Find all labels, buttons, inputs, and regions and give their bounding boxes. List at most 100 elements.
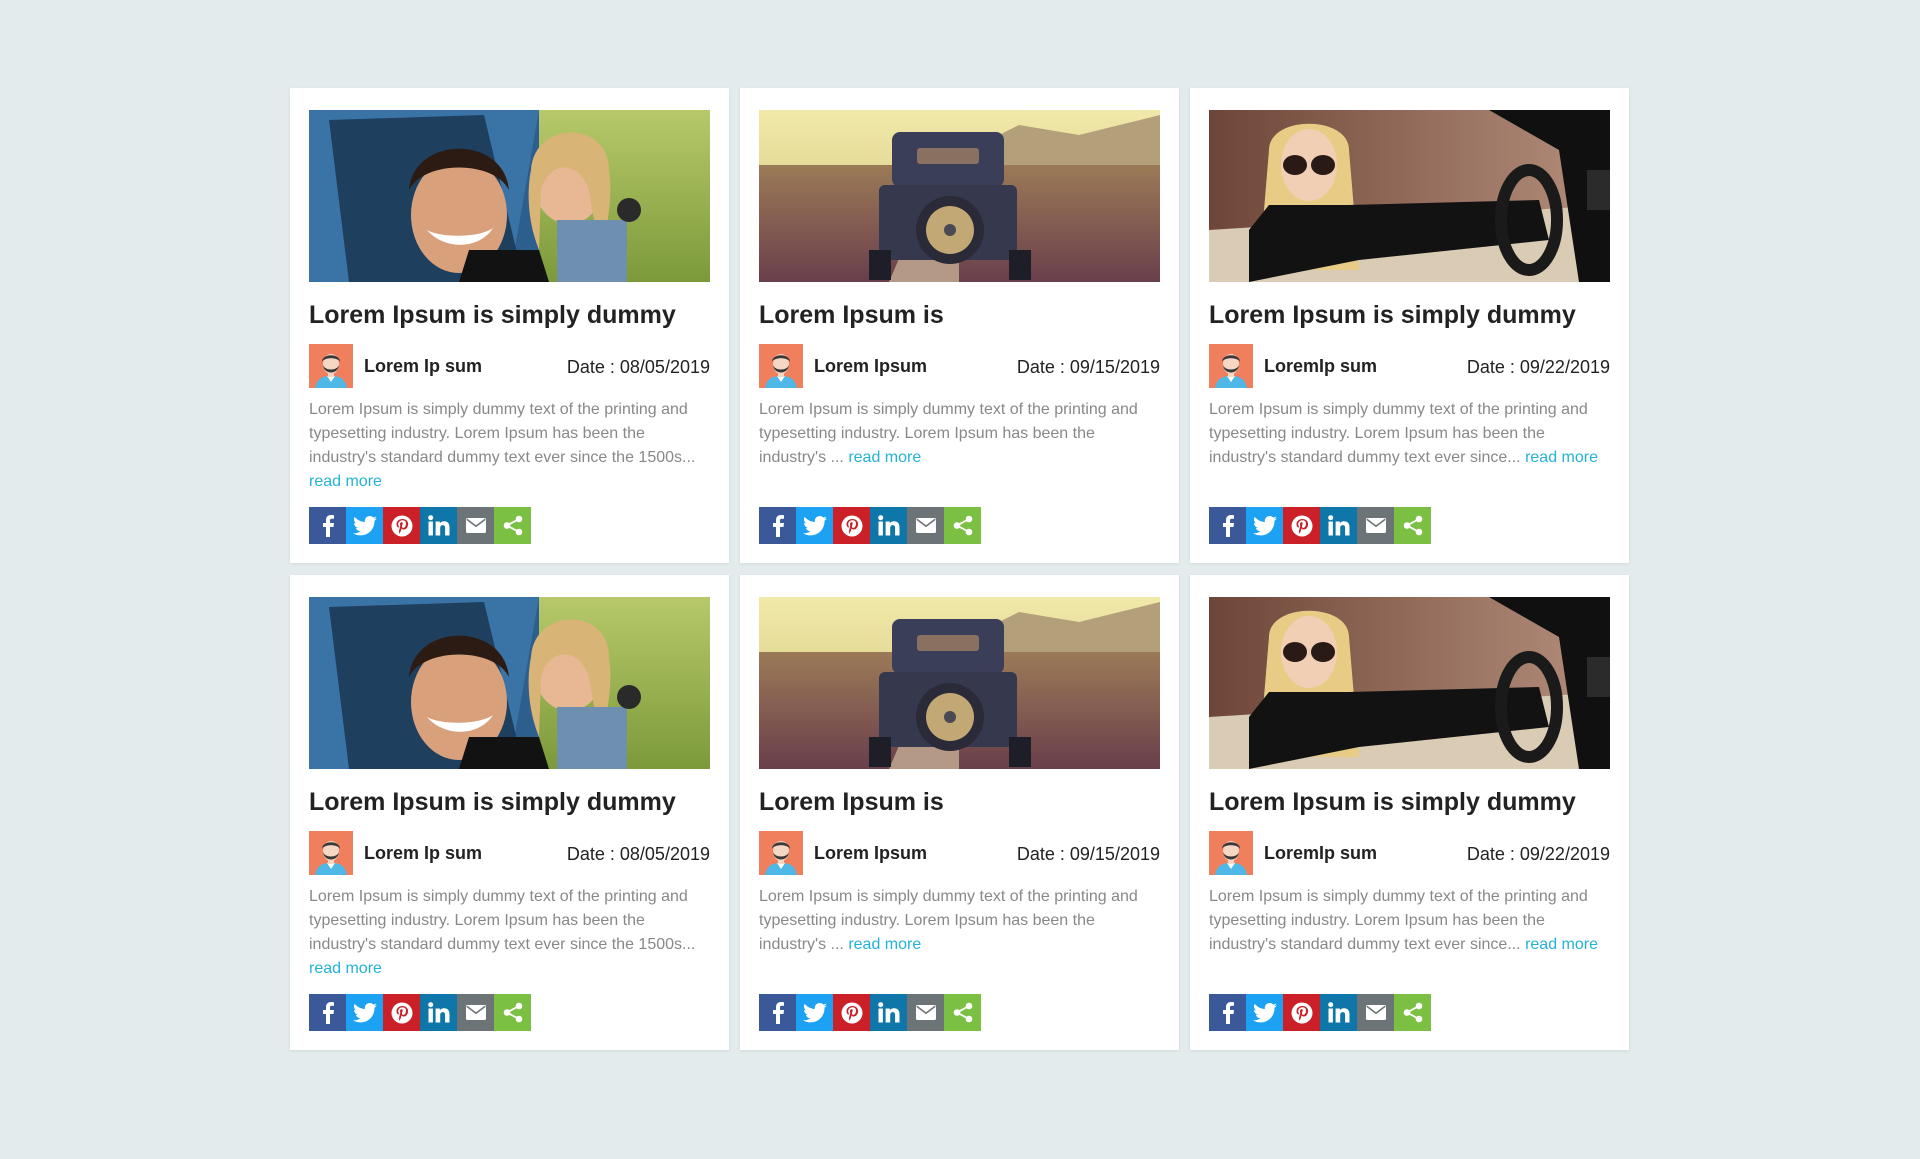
pinterest-icon [841, 515, 863, 537]
share-icon [1403, 515, 1423, 536]
excerpt-text: Lorem Ipsum is simply dummy text of the … [309, 401, 696, 466]
read-more-link[interactable]: read more [309, 473, 382, 490]
card-meta: LoremIp sum Date : 09/22/2019 [1209, 831, 1610, 875]
facebook-share-button[interactable] [759, 507, 796, 544]
facebook-share-button[interactable] [1209, 994, 1246, 1031]
author-name[interactable]: LoremIp sum [1264, 356, 1377, 377]
couple-in-car-with-keys-image [309, 110, 710, 282]
facebook-icon [769, 1001, 787, 1024]
facebook-share-button[interactable] [759, 994, 796, 1031]
share-bar [759, 994, 981, 1031]
linkedin-icon [1327, 1002, 1350, 1023]
twitter-share-button[interactable] [346, 994, 383, 1031]
twitter-icon [1252, 515, 1277, 536]
linkedin-share-button[interactable] [1320, 507, 1357, 544]
card-meta: LoremIp sum Date : 09/22/2019 [1209, 344, 1610, 388]
facebook-share-button[interactable] [309, 994, 346, 1031]
author-name[interactable]: Lorem Ip sum [364, 356, 482, 377]
share-share-button[interactable] [494, 994, 531, 1031]
linkedin-share-button[interactable] [420, 507, 457, 544]
linkedin-share-button[interactable] [870, 994, 907, 1031]
read-more-link[interactable]: read more [848, 449, 921, 466]
blog-card: Lorem Ipsum is simply dummy Lorem Ip sum… [290, 575, 729, 1050]
author-avatar [1209, 344, 1253, 388]
email-share-button[interactable] [1357, 507, 1394, 544]
pinterest-icon [1291, 515, 1313, 537]
email-icon [1365, 1005, 1386, 1020]
email-share-button[interactable] [907, 994, 944, 1031]
share-share-button[interactable] [944, 507, 981, 544]
email-share-button[interactable] [457, 994, 494, 1031]
linkedin-share-button[interactable] [1320, 994, 1357, 1031]
linkedin-share-button[interactable] [420, 994, 457, 1031]
author-avatar [309, 831, 353, 875]
author-avatar [309, 344, 353, 388]
card-image[interactable] [1209, 597, 1610, 769]
share-icon [953, 515, 973, 536]
card-image[interactable] [1209, 110, 1610, 282]
linkedin-icon [427, 1002, 450, 1023]
author-name[interactable]: Lorem Ipsum [814, 356, 927, 377]
pinterest-share-button[interactable] [833, 994, 870, 1031]
card-title[interactable]: Lorem Ipsum is [759, 300, 1160, 330]
card-title[interactable]: Lorem Ipsum is [759, 787, 1160, 817]
pinterest-share-button[interactable] [383, 994, 420, 1031]
card-excerpt: Lorem Ipsum is simply dummy text of the … [1209, 398, 1610, 494]
facebook-share-button[interactable] [1209, 507, 1246, 544]
blog-card: Lorem Ipsum is Lorem Ipsum Date : 09/15/… [740, 88, 1179, 563]
twitter-icon [802, 1002, 827, 1023]
share-icon [953, 1002, 973, 1023]
facebook-share-button[interactable] [309, 507, 346, 544]
card-title[interactable]: Lorem Ipsum is simply dummy [309, 787, 710, 817]
read-more-link[interactable]: read more [309, 960, 382, 977]
pinterest-icon [391, 515, 413, 537]
email-share-button[interactable] [1357, 994, 1394, 1031]
card-title[interactable]: Lorem Ipsum is simply dummy [1209, 787, 1610, 817]
pinterest-share-button[interactable] [833, 507, 870, 544]
email-icon [915, 518, 936, 533]
email-share-button[interactable] [457, 507, 494, 544]
card-image[interactable] [759, 597, 1160, 769]
card-image[interactable] [309, 597, 710, 769]
author-avatar [759, 831, 803, 875]
twitter-share-button[interactable] [346, 507, 383, 544]
email-icon [465, 518, 486, 533]
share-share-button[interactable] [1394, 994, 1431, 1031]
card-image[interactable] [309, 110, 710, 282]
twitter-share-button[interactable] [796, 507, 833, 544]
twitter-share-button[interactable] [1246, 994, 1283, 1031]
card-meta: Lorem Ip sum Date : 08/05/2019 [309, 344, 710, 388]
twitter-share-button[interactable] [796, 994, 833, 1031]
card-title[interactable]: Lorem Ipsum is simply dummy [309, 300, 710, 330]
email-icon [915, 1005, 936, 1020]
twitter-icon [352, 1002, 377, 1023]
read-more-link[interactable]: read more [1525, 449, 1598, 466]
pinterest-share-button[interactable] [383, 507, 420, 544]
card-image[interactable] [759, 110, 1160, 282]
read-more-link[interactable]: read more [1525, 936, 1598, 953]
blog-card: Lorem Ipsum is simply dummy Lorem Ip sum… [290, 88, 729, 563]
vintage-car-on-road-image [759, 110, 1160, 282]
email-icon [1365, 518, 1386, 533]
author-avatar [759, 344, 803, 388]
share-bar [309, 994, 531, 1031]
linkedin-share-button[interactable] [870, 507, 907, 544]
share-share-button[interactable] [944, 994, 981, 1031]
author-name[interactable]: Lorem Ip sum [364, 843, 482, 864]
card-meta: Lorem Ipsum Date : 09/15/2019 [759, 344, 1160, 388]
author-avatar [1209, 831, 1253, 875]
share-bar [1209, 507, 1431, 544]
pinterest-share-button[interactable] [1283, 994, 1320, 1031]
author-name[interactable]: LoremIp sum [1264, 843, 1377, 864]
card-title[interactable]: Lorem Ipsum is simply dummy [1209, 300, 1610, 330]
email-share-button[interactable] [907, 507, 944, 544]
excerpt-text: Lorem Ipsum is simply dummy text of the … [309, 888, 696, 953]
pinterest-icon [391, 1002, 413, 1024]
share-share-button[interactable] [1394, 507, 1431, 544]
pinterest-share-button[interactable] [1283, 507, 1320, 544]
twitter-share-button[interactable] [1246, 507, 1283, 544]
linkedin-icon [1327, 515, 1350, 536]
author-name[interactable]: Lorem Ipsum [814, 843, 927, 864]
read-more-link[interactable]: read more [848, 936, 921, 953]
share-share-button[interactable] [494, 507, 531, 544]
